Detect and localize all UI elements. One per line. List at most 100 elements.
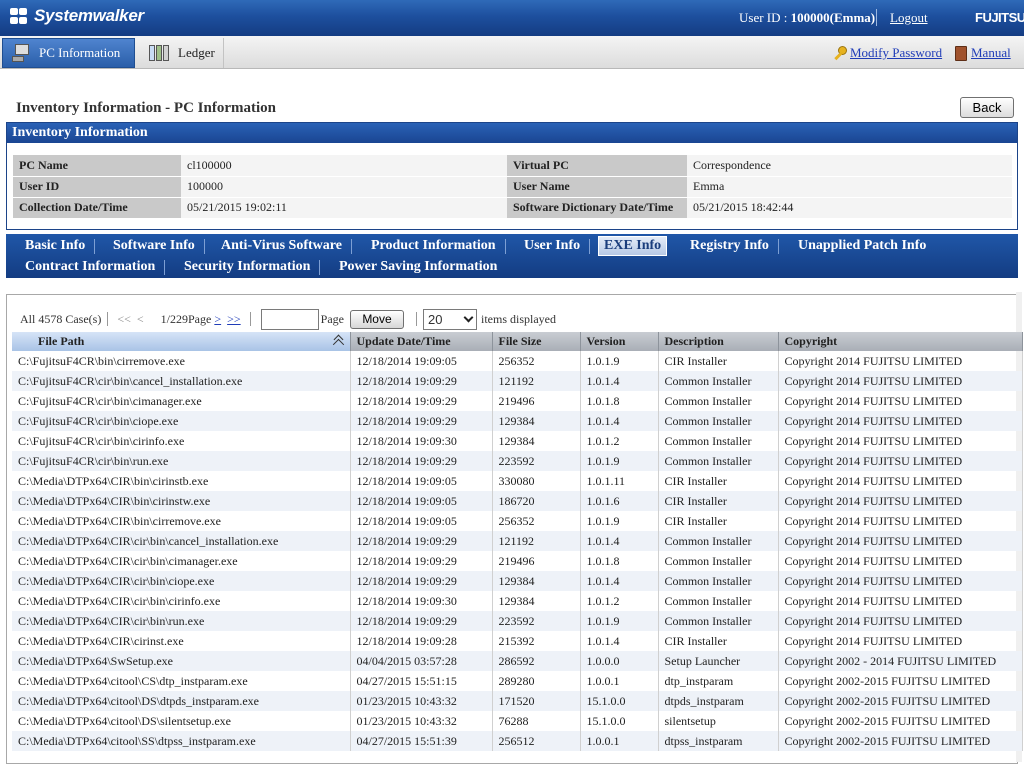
table-row[interactable]: C:\FujitsuF4CR\bin\cirremove.exe 12/18/20… — [12, 351, 1023, 371]
table-row[interactable]: C:\Media\DTPx64\CIR\bin\cirinstb.exe 12/1… — [12, 471, 1023, 491]
cell-file-path: C:\Media\DTPx64\CIR\cir\bin\cancel_insta… — [12, 531, 351, 551]
table-row[interactable]: C:\Media\DTPx64\CIR\cir\bin\cancel_insta… — [12, 531, 1023, 551]
tab-user-info[interactable]: User Info — [519, 236, 591, 256]
cell-version: 15.1.0.0 — [580, 711, 659, 731]
column-header-file-path[interactable]: File Path — [12, 332, 351, 351]
items-per-page-select[interactable]: 20 — [422, 308, 477, 330]
modify-password-link[interactable]: Modify Password — [832, 45, 942, 61]
tab-unapplied-patch-info[interactable]: Unapplied Patch Info — [793, 236, 931, 256]
tab-power-saving-information[interactable]: Power Saving Information — [334, 257, 502, 277]
tab-anti-virus-software[interactable]: Anti-Virus Software — [216, 236, 352, 256]
inventory-info-table: PC Name cl100000 Virtual PC Corresponden… — [13, 155, 1012, 219]
chevron-down-icon — [463, 312, 474, 322]
table-row[interactable]: C:\FujitsuF4CR\cir\bin\cancel_installati… — [12, 371, 1023, 391]
cell-description: Common Installer — [658, 571, 779, 591]
table-row[interactable]: C:\FujitsuF4CR\cir\bin\ciope.exe 12/18/20… — [12, 411, 1023, 431]
cell-version: 1.0.1.2 — [580, 431, 659, 451]
cell-update-date-time: 04/27/2015 15:51:15 — [350, 671, 493, 691]
info-label: User Name — [507, 176, 687, 198]
back-button[interactable]: Back — [960, 97, 1014, 118]
book-icon — [955, 45, 967, 61]
cell-copyright: Copyright 2014 FUJITSU LIMITED — [778, 571, 1023, 591]
table-row[interactable]: C:\FujitsuF4CR\cir\bin\cirinfo.exe 12/18/… — [12, 431, 1023, 451]
cell-update-date-time: 12/18/2014 19:09:29 — [350, 531, 493, 551]
table-row[interactable]: C:\Media\DTPx64\CIR\bin\cirremove.exe 12/… — [12, 511, 1023, 531]
cell-file-path: C:\Media\DTPx64\CIR\bin\cirinstb.exe — [12, 471, 351, 491]
cell-description: Common Installer — [658, 551, 779, 571]
column-header-description[interactable]: Description — [658, 332, 779, 351]
info-label: Collection Date/Time — [13, 197, 181, 219]
cell-copyright: Copyright 2014 FUJITSU LIMITED — [778, 411, 1023, 431]
pagination-bar: All 4578 Case(s) << < 1/229Page > >> Pag… — [12, 308, 556, 330]
manual-link[interactable]: Manual — [955, 45, 1011, 61]
cell-copyright: Copyright 2014 FUJITSU LIMITED — [778, 471, 1023, 491]
table-row[interactable]: C:\Media\DTPx64\citool\DS\dtpds_instpara… — [12, 691, 1023, 711]
column-header-copyright[interactable]: Copyright — [778, 332, 1023, 351]
cell-description: Setup Launcher — [658, 651, 779, 671]
cell-file-path: C:\FujitsuF4CR\cir\bin\run.exe — [12, 451, 351, 471]
cell-file-size: 286592 — [492, 651, 581, 671]
cell-file-size: 129384 — [492, 411, 581, 431]
column-header-file-size[interactable]: File Size — [492, 332, 581, 351]
cell-version: 1.0.1.4 — [580, 411, 659, 431]
cell-file-path: C:\Media\DTPx64\citool\SS\dtpss_instpara… — [12, 731, 351, 751]
next-page-link[interactable]: > — [214, 312, 221, 327]
cell-file-path: C:\Media\DTPx64\CIR\bin\cirinstw.exe — [12, 491, 351, 511]
logout-link[interactable]: Logout — [890, 10, 928, 26]
move-button[interactable]: Move — [349, 309, 404, 329]
info-row: Collection Date/Time 05/21/2015 19:02:11… — [13, 197, 1012, 219]
cell-copyright: Copyright 2014 FUJITSU LIMITED — [778, 511, 1023, 531]
info-value: Correspondence — [687, 155, 1012, 177]
tab-product-information[interactable]: Product Information — [366, 236, 506, 256]
cell-description: Common Installer — [658, 591, 779, 611]
info-value: 100000 — [181, 176, 507, 198]
cell-file-path: C:\FujitsuF4CR\cir\bin\cancel_installati… — [12, 371, 351, 391]
nav-tab-pc-information[interactable]: PC Information — [2, 38, 135, 68]
cell-file-path: C:\Media\DTPx64\CIR\cir\bin\cimanager.ex… — [12, 551, 351, 571]
cell-update-date-time: 01/23/2015 10:43:32 — [350, 711, 493, 731]
tab-software-info[interactable]: Software Info — [108, 236, 205, 256]
tab-security-information[interactable]: Security Information — [179, 257, 321, 277]
tab-contract-information[interactable]: Contract Information — [20, 257, 166, 277]
cell-file-size: 256352 — [492, 511, 581, 531]
page-number-input[interactable] — [260, 308, 319, 330]
info-value: Emma — [687, 176, 1012, 198]
column-header-version[interactable]: Version — [580, 332, 659, 351]
table-row[interactable]: C:\Media\DTPx64\CIR\cir\bin\run.exe 12/18… — [12, 611, 1023, 631]
tab-registry-info[interactable]: Registry Info — [685, 236, 779, 256]
table-row[interactable]: C:\Media\DTPx64\CIR\cirinst.exe 12/18/201… — [12, 631, 1023, 651]
table-row[interactable]: C:\Media\DTPx64\CIR\cir\bin\ciope.exe 12/… — [12, 571, 1023, 591]
cell-version: 1.0.0.0 — [580, 651, 659, 671]
cell-file-size: 223592 — [492, 611, 581, 631]
table-row[interactable]: C:\Media\DTPx64\citool\SS\dtpss_instpara… — [12, 731, 1023, 751]
first-page-link[interactable]: << — [117, 312, 131, 327]
cell-update-date-time: 12/18/2014 19:09:05 — [350, 511, 493, 531]
table-body: C:\FujitsuF4CR\bin\cirremove.exe 12/18/20… — [12, 351, 1023, 751]
cell-file-size: 171520 — [492, 691, 581, 711]
cell-file-path: C:\Media\DTPx64\SwSetup.exe — [12, 651, 351, 671]
items-per-page-value: 20 — [427, 311, 443, 327]
table-row[interactable]: C:\Media\DTPx64\citool\CS\dtp_instparam.… — [12, 671, 1023, 691]
cell-file-path: C:\FujitsuF4CR\cir\bin\cimanager.exe — [12, 391, 351, 411]
table-row[interactable]: C:\Media\DTPx64\citool\DS\silentsetup.ex… — [12, 711, 1023, 731]
nav-tab-label: Ledger — [178, 45, 215, 60]
table-row[interactable]: C:\FujitsuF4CR\cir\bin\cimanager.exe 12/1… — [12, 391, 1023, 411]
tab-basic-info[interactable]: Basic Info — [20, 236, 96, 256]
cell-update-date-time: 01/23/2015 10:43:32 — [350, 691, 493, 711]
table-row[interactable]: C:\Media\DTPx64\CIR\cir\bin\cirinfo.exe 1… — [12, 591, 1023, 611]
cell-copyright: Copyright 2014 FUJITSU LIMITED — [778, 371, 1023, 391]
cell-version: 1.0.1.9 — [580, 451, 659, 471]
cell-file-size: 219496 — [492, 391, 581, 411]
table-row[interactable]: C:\FujitsuF4CR\cir\bin\run.exe 12/18/2014… — [12, 451, 1023, 471]
nav-tab-ledger[interactable]: Ledger — [140, 38, 224, 68]
table-row[interactable]: C:\Media\DTPx64\CIR\bin\cirinstw.exe 12/1… — [12, 491, 1023, 511]
tab-exe-info[interactable]: EXE Info — [598, 236, 668, 256]
cell-update-date-time: 12/18/2014 19:09:29 — [350, 611, 493, 631]
column-header-update-date-time[interactable]: Update Date/Time — [350, 332, 493, 351]
table-row[interactable]: C:\Media\DTPx64\CIR\cir\bin\cimanager.ex… — [12, 551, 1023, 571]
cell-file-size: 330080 — [492, 471, 581, 491]
last-page-link[interactable]: >> — [227, 312, 241, 327]
table-row[interactable]: C:\Media\DTPx64\SwSetup.exe 04/04/2015 03… — [12, 651, 1023, 671]
cell-description: CIR Installer — [658, 491, 779, 511]
prev-page-link[interactable]: < — [137, 312, 144, 327]
